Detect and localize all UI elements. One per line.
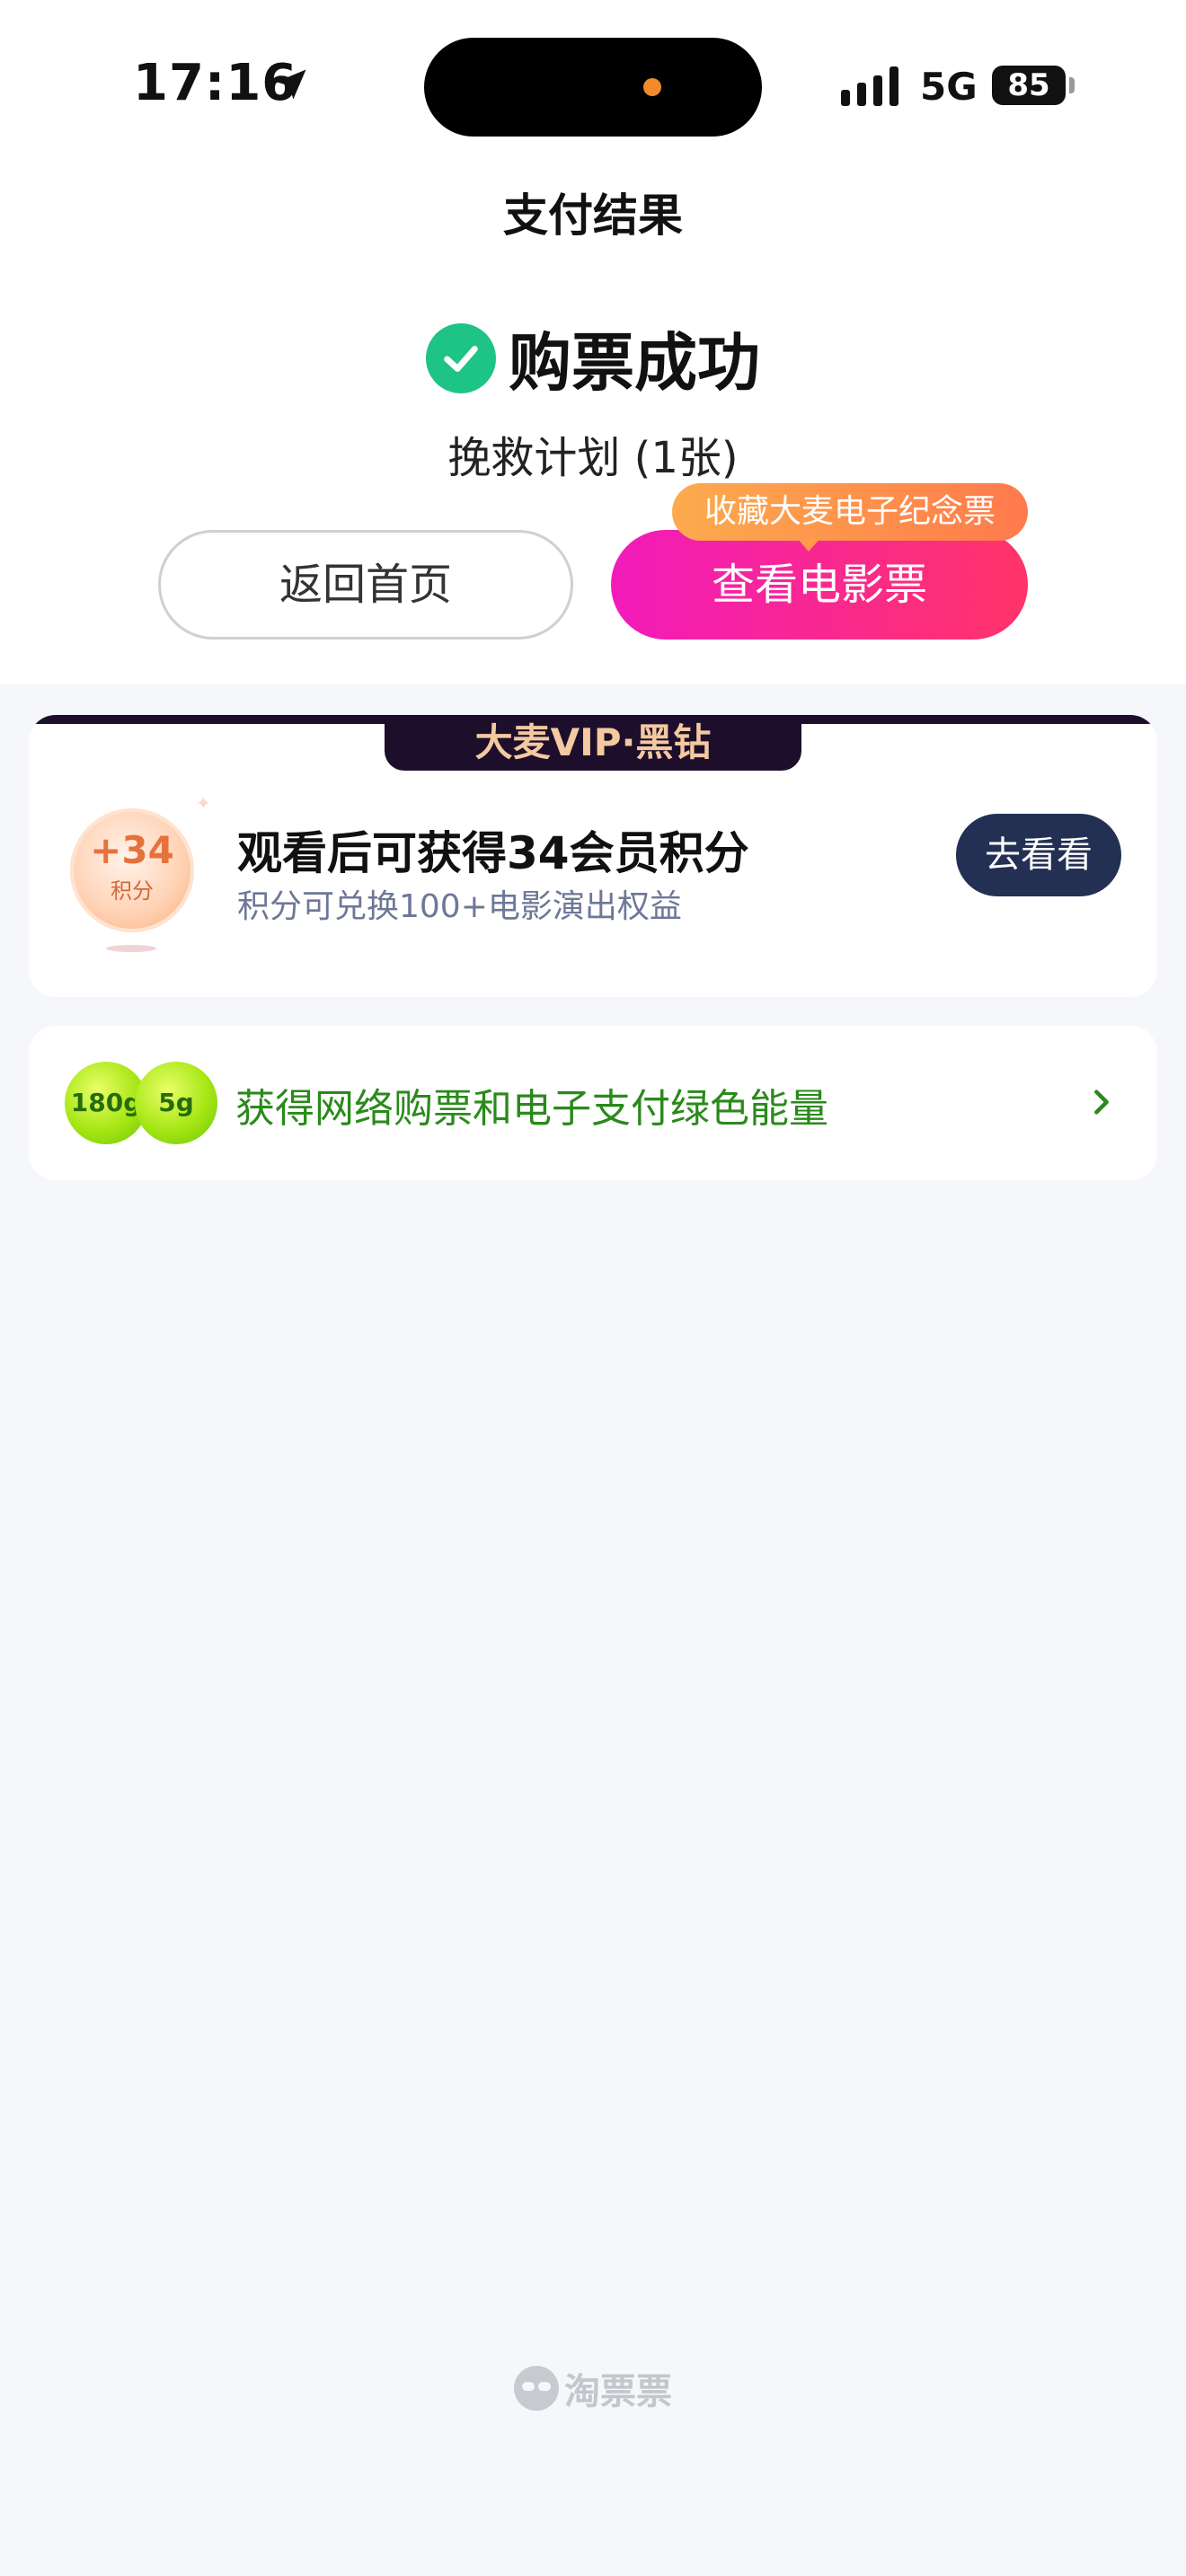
footer-brand: 淘票票 [0, 2362, 1186, 2414]
battery-level: 85 [992, 66, 1066, 105]
battery-tip-icon [1069, 77, 1075, 93]
success-status: 购票成功 [0, 313, 1186, 403]
dynamic-island [424, 38, 762, 137]
tip-pointer [796, 537, 821, 551]
vip-tag: 大麦VIP·黑钻 [385, 715, 801, 771]
brand-name: 淘票票 [564, 2371, 672, 2413]
back-home-button[interactable]: 返回首页 [158, 530, 573, 640]
cellular-signal-icon [841, 66, 898, 106]
coin-shadow [106, 945, 156, 952]
souvenir-ticket-tip[interactable]: 收藏大麦电子纪念票 [672, 483, 1028, 541]
page-title: 支付结果 [503, 190, 683, 242]
coin-unit: 积分 [111, 878, 154, 904]
recording-indicator-dot [643, 78, 661, 96]
vip-points-title: 观看后可获得34会员积分 [237, 827, 749, 879]
coin-points: +34 [90, 828, 174, 872]
go-see-button[interactable]: 去看看 [956, 814, 1121, 896]
brand-logo-icon [514, 2366, 559, 2411]
success-text: 购票成功 [509, 326, 760, 400]
check-circle-icon [426, 322, 496, 393]
location-arrow-icon [276, 69, 306, 100]
chevron-right-icon[interactable] [1089, 1087, 1114, 1117]
checkmark-icon [444, 345, 478, 372]
vip-points-subtitle: 积分可兑换100+电影演出权益 [237, 888, 682, 925]
movie-ticket-info: 挽救计划 (1张) [447, 433, 739, 483]
sparkle-icon: ✦ [196, 792, 211, 814]
network-type: 5G [920, 65, 978, 109]
energy-ball-5g-icon: 5g [135, 1062, 217, 1144]
green-energy-text: 获得网络购票和电子支付绿色能量 [235, 1086, 828, 1132]
